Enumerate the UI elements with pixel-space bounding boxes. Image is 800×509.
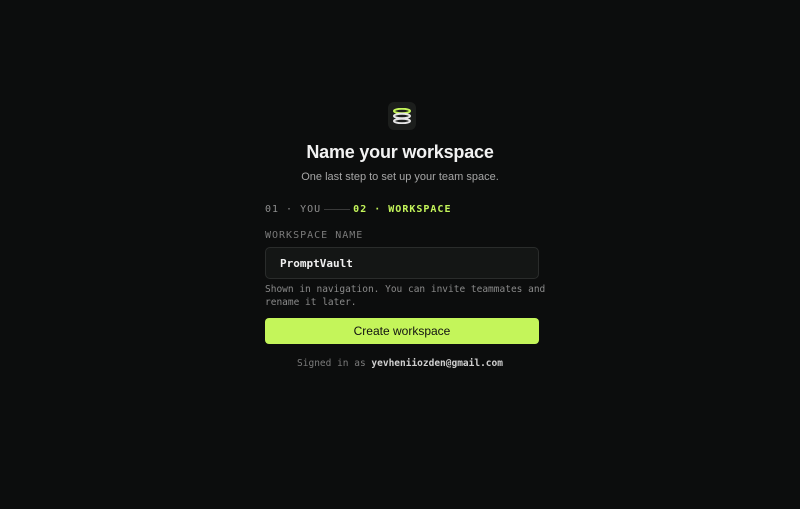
workspace-name-hint: Shown in navigation. You can invite team… bbox=[265, 284, 546, 308]
step-workspace: 02 · WORKSPACE bbox=[353, 203, 452, 215]
step-indicator: 01 · YOU 02 · WORKSPACE bbox=[265, 202, 451, 216]
stack-icon bbox=[393, 108, 411, 124]
workspace-name-label: WORKSPACE NAME bbox=[265, 230, 364, 241]
page-subtitle: One last step to set up your team space. bbox=[301, 171, 499, 183]
create-workspace-button[interactable]: Create workspace bbox=[265, 318, 539, 344]
signed-in-prefix: Signed in as bbox=[297, 358, 366, 369]
step-divider bbox=[324, 208, 351, 210]
page-title: Name your workspace bbox=[306, 142, 494, 162]
step-you: 01 · YOU bbox=[265, 203, 322, 215]
signed-in-text: Signed in as yevheniiozden@gmail.com bbox=[0, 358, 800, 369]
signed-in-email: yevheniiozden@gmail.com bbox=[371, 358, 503, 369]
workspace-name-input[interactable] bbox=[265, 247, 539, 279]
logo bbox=[388, 102, 416, 130]
